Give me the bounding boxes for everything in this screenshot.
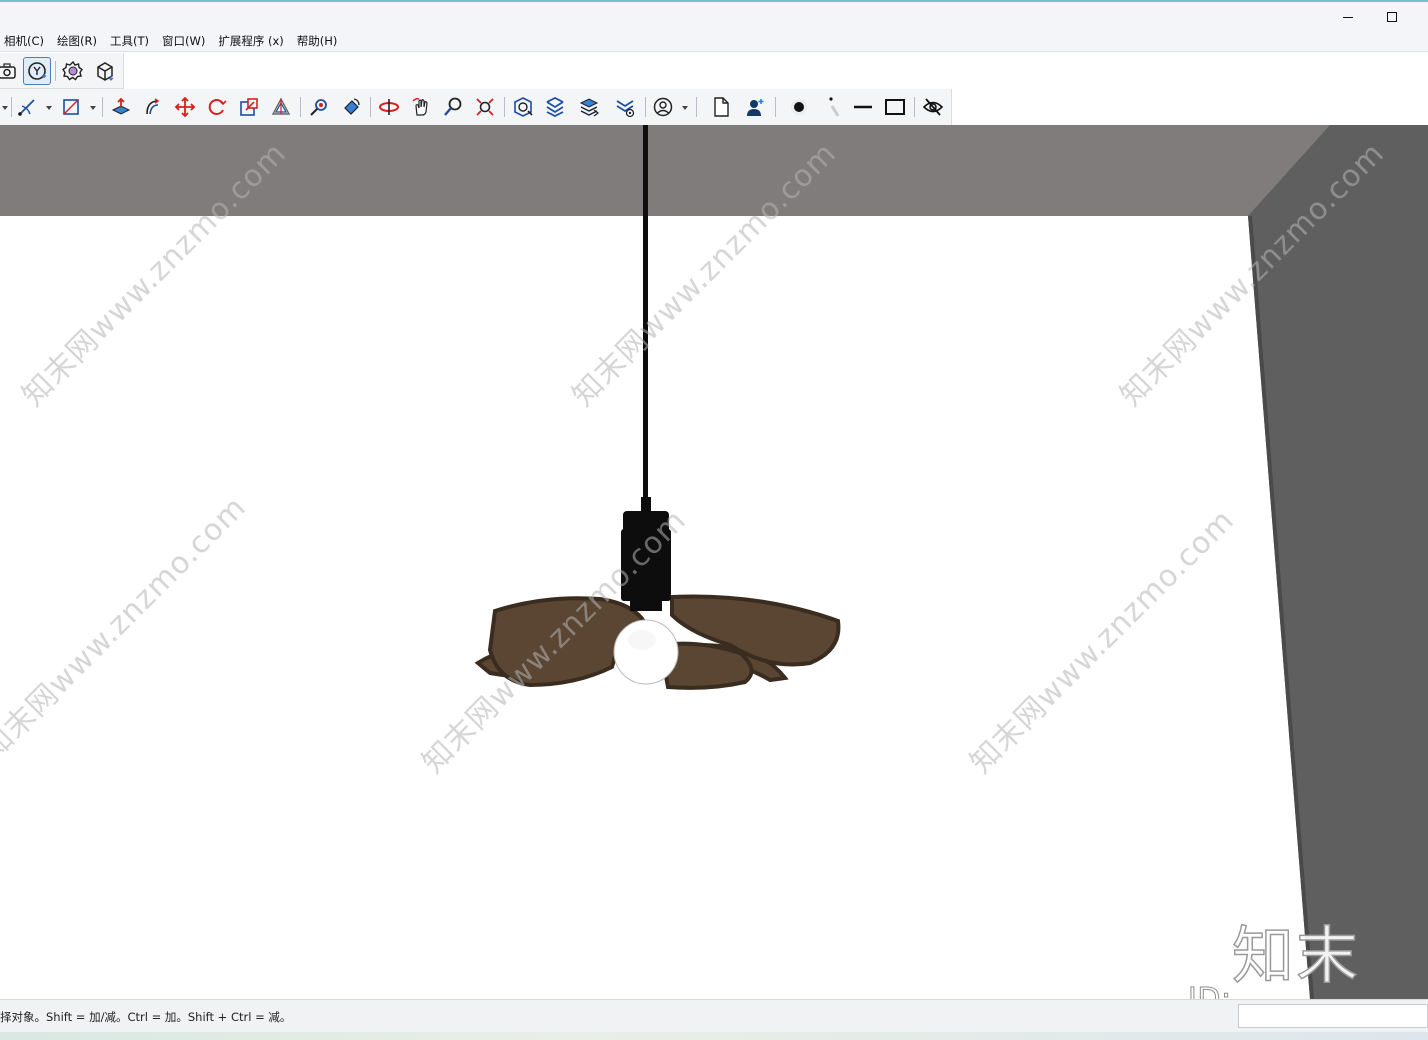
toolbar-tools bbox=[0, 89, 952, 125]
menu-window[interactable]: 窗口(W) bbox=[162, 33, 205, 49]
layer-stack-icon[interactable] bbox=[576, 94, 602, 120]
offset-icon[interactable] bbox=[268, 94, 294, 120]
menu-tools[interactable]: 工具(T) bbox=[110, 33, 149, 49]
minimize-button[interactable] bbox=[1328, 6, 1368, 28]
maximize-button[interactable] bbox=[1372, 6, 1412, 28]
line-tool-icon[interactable] bbox=[14, 94, 40, 120]
lamp-socket bbox=[621, 497, 671, 611]
taskbar-edge bbox=[0, 1032, 1428, 1040]
status-bar: 择对象。Shift = 加/减。Ctrl = 加。Shift + Ctrl = … bbox=[0, 999, 1428, 1032]
toolbar-separator bbox=[504, 97, 505, 117]
toolbar-separator bbox=[775, 97, 776, 117]
camera-icon[interactable] bbox=[0, 58, 20, 84]
measurements-input[interactable] bbox=[1238, 1004, 1428, 1028]
dropdown-caret[interactable] bbox=[90, 106, 96, 110]
small-dot-icon[interactable] bbox=[818, 94, 844, 120]
pendant-cord bbox=[643, 125, 648, 503]
rectangle-tool-icon[interactable] bbox=[58, 94, 84, 120]
status-hint: 择对象。Shift = 加/减。Ctrl = 加。Shift + Ctrl = … bbox=[0, 1010, 292, 1024]
add-view-icon[interactable] bbox=[23, 57, 51, 85]
light-bulb bbox=[613, 619, 679, 685]
section-plane-icon[interactable] bbox=[510, 94, 536, 120]
menu-help[interactable]: 帮助(H) bbox=[297, 33, 338, 49]
hide-view-icon[interactable] bbox=[920, 94, 946, 120]
menu-camera[interactable]: 相机(C) bbox=[4, 33, 44, 49]
model-viewport[interactable]: 知末网www.znzmo.com 知末网www.znzmo.com 知末网www… bbox=[0, 125, 1428, 999]
menu-bar: 相机(C) 绘图(R) 工具(T) 窗口(W) 扩展程序 (x) 帮助(H) bbox=[0, 30, 1428, 52]
settings-gear-icon[interactable] bbox=[60, 58, 86, 84]
toolbar-separator bbox=[914, 97, 915, 117]
zoom-icon[interactable] bbox=[440, 94, 466, 120]
toolbar-separator bbox=[370, 97, 371, 117]
toolbar-separator bbox=[11, 97, 12, 117]
toolbar-separator bbox=[645, 97, 646, 117]
minimize-icon bbox=[1343, 16, 1353, 18]
scene-canvas bbox=[0, 125, 1428, 999]
title-bar bbox=[0, 0, 1428, 30]
user-profile-icon[interactable] bbox=[650, 94, 676, 120]
toolbar-separator bbox=[55, 61, 56, 81]
tape-measure-icon[interactable] bbox=[306, 94, 332, 120]
toolbar-separator bbox=[102, 97, 103, 117]
follow-me-icon[interactable] bbox=[140, 94, 166, 120]
menu-extensions[interactable]: 扩展程序 (x) bbox=[218, 33, 283, 49]
layers-icon[interactable] bbox=[542, 94, 568, 120]
maximize-icon bbox=[1387, 12, 1397, 22]
orbit-icon[interactable] bbox=[376, 94, 402, 120]
side-wall bbox=[1248, 125, 1428, 999]
menu-draw[interactable]: 绘图(R) bbox=[57, 33, 97, 49]
dropdown-caret[interactable] bbox=[46, 106, 52, 110]
rotate-icon[interactable] bbox=[204, 94, 230, 120]
ceiling-surface bbox=[0, 125, 1428, 216]
pan-icon[interactable] bbox=[408, 94, 434, 120]
move-icon[interactable] bbox=[172, 94, 198, 120]
vertex-dot-icon[interactable] bbox=[786, 94, 812, 120]
dropdown-caret[interactable] bbox=[2, 106, 8, 110]
push-pull-icon[interactable] bbox=[108, 94, 134, 120]
add-person-icon[interactable] bbox=[742, 94, 768, 120]
toolbar-separator bbox=[696, 97, 697, 117]
paint-bucket-icon[interactable] bbox=[338, 94, 364, 120]
scale-icon[interactable] bbox=[236, 94, 262, 120]
zoom-extents-icon[interactable] bbox=[472, 94, 498, 120]
line-segment-icon[interactable] bbox=[850, 94, 876, 120]
new-page-icon[interactable] bbox=[708, 94, 734, 120]
layer-settings-icon[interactable] bbox=[612, 94, 638, 120]
toolbar-separator bbox=[300, 97, 301, 117]
dropdown-caret[interactable] bbox=[682, 106, 688, 110]
component-box-icon[interactable] bbox=[92, 58, 118, 84]
toolbar-views bbox=[0, 53, 124, 89]
frame-rectangle-icon[interactable] bbox=[882, 94, 908, 120]
